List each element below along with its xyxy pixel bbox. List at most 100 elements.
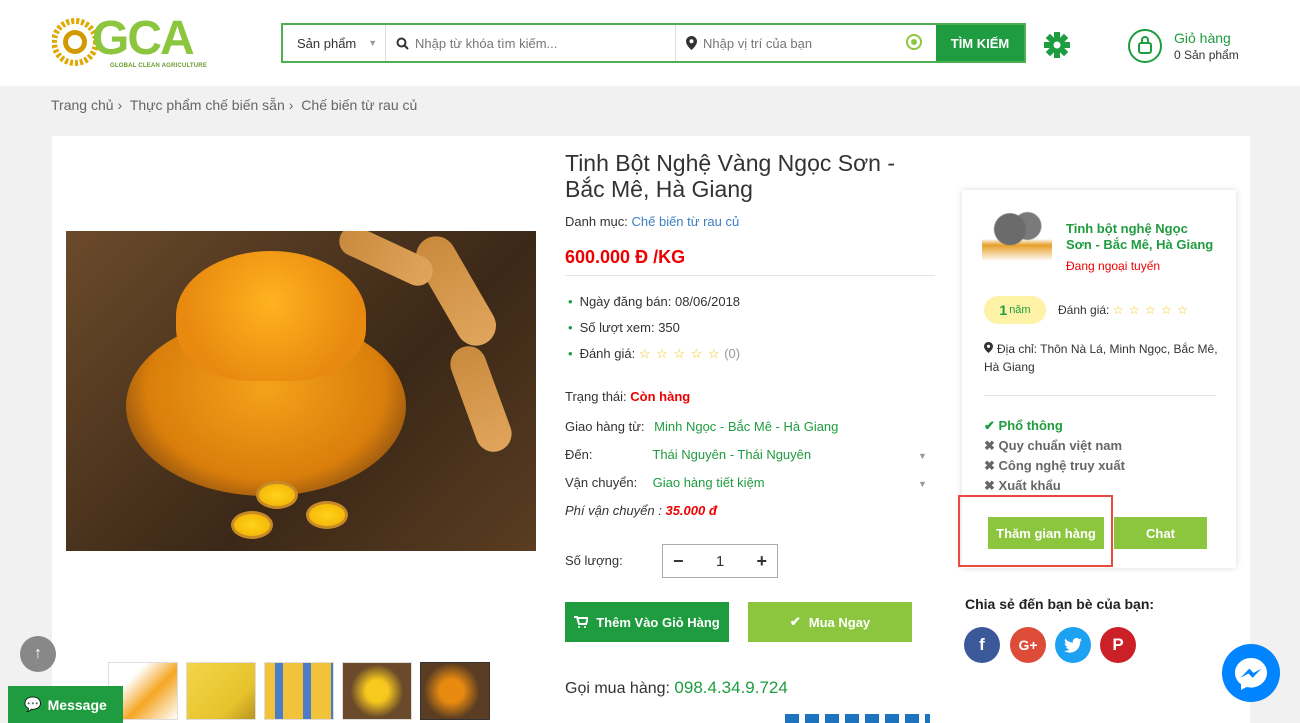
call-label: Gọi mua hàng: (565, 680, 670, 697)
thumbnail[interactable] (264, 662, 334, 720)
breadcrumb-home[interactable]: Trang chủ (51, 97, 114, 113)
gear-icon[interactable] (1043, 31, 1071, 59)
cart-icon[interactable] (1128, 29, 1162, 63)
ship-to-select[interactable]: Đến: Thái Nguyên - Thái Nguyên (565, 447, 811, 462)
product-title: Tinh Bột Nghệ Vàng Ngọc Sơn - Bắc Mê, Hà… (565, 150, 896, 202)
fee-value: 35.000 đ (665, 503, 717, 518)
facebook-icon[interactable]: f (964, 627, 1000, 663)
certification-label: Quy chuẩn việt nam (998, 438, 1123, 453)
cart-title: Giỏ hàng (1174, 30, 1231, 46)
buy-now-button[interactable]: ✔ Mua Ngay (748, 602, 912, 642)
ship-from-label: Giao hàng từ: (565, 419, 645, 434)
stock-status: Trạng thái: Còn hàng (565, 389, 690, 404)
shop-rating: Đánh giá: ☆ ☆ ☆ ☆ ☆ (1058, 303, 1189, 317)
quantity-value[interactable]: 1 (716, 553, 724, 570)
search-button[interactable]: TÌM KIẾM (936, 25, 1024, 61)
view-count: Số lượt xem: 350 (579, 320, 680, 335)
shop-years-badge: 1 năm (984, 296, 1046, 324)
thumbnail-active[interactable] (420, 662, 490, 720)
product-price: 600.000 Đ /KG (565, 247, 686, 267)
shop-avatar[interactable] (982, 210, 1052, 274)
ship-from-value: Minh Ngọc - Bắc Mê - Hà Giang (654, 419, 839, 434)
rating-label: Đánh giá: (579, 346, 636, 361)
chat-button[interactable]: Chat (1114, 517, 1207, 549)
chevron-down-icon[interactable]: ▼ (918, 479, 927, 489)
keyword-placeholder: Nhập từ khóa tìm kiếm... (415, 35, 558, 51)
map-pin-icon (984, 342, 993, 353)
ship-from: Giao hàng từ: Minh Ngọc - Bắc Mê - Hà Gi… (565, 419, 838, 434)
ship-to-label: Đến: (565, 447, 593, 462)
shipping-select[interactable]: Vận chuyển: Giao hàng tiết kiệm (565, 475, 765, 490)
category-select[interactable]: Sản phẩm ▼ (283, 25, 386, 61)
locate-me-icon[interactable] (906, 34, 922, 50)
header: GCA GLOBAL CLEAN AGRICULTURE Sản phẩm ▼ … (0, 0, 1300, 86)
thumbnail[interactable] (186, 662, 256, 720)
list-item: • Đánh giá: ☆ ☆ ☆ ☆ ☆ (0) (568, 346, 740, 372)
share-title: Chia sẻ đến bạn bè của bạn: (965, 596, 1155, 612)
category-label: Danh mục: (565, 214, 628, 229)
quantity-label: Số lượng: (565, 553, 623, 568)
cart-icon (574, 616, 589, 628)
thumbnail-strip (108, 662, 490, 720)
call-to-buy: Gọi mua hàng: 098.4.34.9.724 (565, 678, 788, 698)
map-pin-icon (686, 36, 697, 50)
root-shape (445, 341, 517, 457)
category-link[interactable]: Chế biến từ rau củ (632, 214, 740, 229)
cart-count: 0 Sản phẩm (1174, 48, 1239, 62)
certification-label: Phổ thông (998, 418, 1063, 433)
breadcrumb-separator: › (117, 97, 123, 113)
add-to-cart-button[interactable]: Thêm Vào Giỏ Hàng (565, 602, 729, 642)
shipping-value: Giao hàng tiết kiệm (652, 475, 765, 490)
buy-now-label: Mua Ngay (808, 614, 871, 630)
quantity-stepper: − 1 + (662, 544, 778, 578)
close-icon: ✖ (984, 458, 995, 473)
ship-to-value: Thái Nguyên - Thái Nguyên (652, 447, 812, 462)
logo[interactable]: GCA GLOBAL CLEAN AGRICULTURE (52, 12, 217, 73)
divider (984, 395, 1216, 396)
plus-button[interactable]: + (756, 551, 767, 572)
certification-list: ✔ Phổ thông ✖ Quy chuẩn việt nam ✖ Công … (984, 418, 1125, 498)
logo-subtitle: GLOBAL CLEAN AGRICULTURE (110, 63, 208, 69)
keyword-input[interactable]: Nhập từ khóa tìm kiếm... (386, 25, 676, 61)
message-button[interactable]: 💬 Message (8, 686, 123, 723)
shop-status: Đang ngoại tuyến (1066, 259, 1161, 273)
pinterest-icon[interactable]: P (1100, 627, 1136, 663)
certification-label: Xuất khẩu (998, 478, 1061, 493)
location-input[interactable]: Nhập vị trí của bạn (676, 25, 936, 61)
check-icon: ✔ (789, 614, 801, 629)
product-main-image[interactable] (66, 231, 536, 551)
shop-address: Địa chỉ: Thôn Nà Lá, Minh Ngọc, Bắc Mê, … (984, 340, 1224, 376)
breadcrumb: Trang chủ › Thực phẩm chế biến sẵn › Chế b… (51, 97, 417, 113)
shipping-fee: Phí vận chuyển : 35.000 đ (565, 503, 717, 518)
breadcrumb-category[interactable]: Thực phẩm chế biến sẵn (130, 97, 285, 113)
thumbnail[interactable] (342, 662, 412, 720)
rating-stars[interactable]: ☆ ☆ ☆ ☆ ☆ (639, 346, 721, 361)
post-date: Ngày đăng bán: 08/06/2018 (579, 294, 741, 309)
visit-shop-button[interactable]: Thăm gian hàng (988, 517, 1104, 549)
google-plus-icon[interactable]: G+ (1010, 627, 1046, 663)
bullet: • (568, 346, 573, 361)
message-label: Message (47, 696, 107, 713)
shop-name[interactable]: Tinh bột nghệ Ngọc Sơn - Bắc Mê, Hà Gian… (1066, 221, 1216, 253)
category-select-label: Sản phẩm (297, 35, 357, 51)
twitter-icon[interactable] (1055, 627, 1091, 663)
minus-button[interactable]: − (673, 551, 684, 572)
slice-shape (256, 481, 298, 509)
phone-number[interactable]: 098.4.34.9.724 (674, 678, 787, 697)
scroll-to-top-button[interactable]: ↑ (20, 636, 56, 672)
search-icon (396, 37, 409, 50)
add-to-cart-label: Thêm Vào Giỏ Hàng (596, 614, 720, 630)
shop-rating-stars: ☆ ☆ ☆ ☆ ☆ (1112, 303, 1189, 317)
shipping-label: Vận chuyển: (565, 475, 638, 490)
bullet: • (568, 320, 573, 335)
shop-address-text: Địa chỉ: Thôn Nà Lá, Minh Ngọc, Bắc Mê, … (984, 342, 1218, 374)
messenger-icon[interactable] (1222, 644, 1280, 702)
chevron-down-icon[interactable]: ▼ (918, 451, 927, 461)
cart-summary[interactable]: Giỏ hàng 0 Sản phẩm (1174, 30, 1239, 62)
bullet: • (568, 294, 573, 309)
divider (565, 275, 935, 276)
close-icon: ✖ (984, 478, 995, 493)
qr-code-partial (785, 714, 930, 723)
slice-shape (231, 511, 273, 539)
breadcrumb-current[interactable]: Chế biến từ rau củ (301, 97, 417, 113)
